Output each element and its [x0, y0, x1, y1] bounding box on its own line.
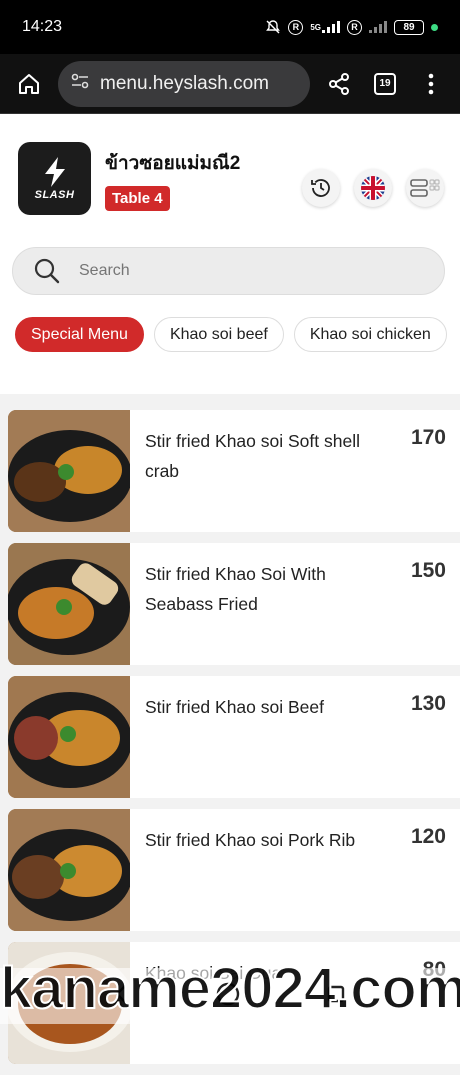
status-time: 14:23 — [22, 18, 62, 36]
menu-item-image — [8, 676, 130, 798]
chip-khao-soi-chicken[interactable]: Khao soi chicken — [294, 317, 447, 352]
category-chips: Special Menu Khao soi beef Khao soi chic… — [15, 317, 447, 352]
watermark-text: kaname2024.com — [0, 955, 460, 1022]
shop-name: ข้าวซอยแม่มณี2 — [105, 148, 240, 178]
shop-logo: SLASH — [18, 142, 91, 215]
layout-toggle-icon — [410, 178, 440, 198]
lightning-icon — [42, 157, 68, 187]
site-settings-icon[interactable] — [70, 71, 90, 96]
signal-icon: 5G — [310, 21, 340, 33]
menu-item[interactable]: Stir fried Khao soi Beef 130 — [8, 676, 460, 798]
more-menu-icon[interactable] — [414, 67, 448, 101]
shop-info: ข้าวซอยแม่มณี2 Table 4 — [105, 142, 240, 211]
language-button[interactable] — [354, 169, 392, 207]
header-actions — [302, 169, 444, 207]
home-icon[interactable] — [12, 67, 46, 101]
privacy-dot-icon — [431, 24, 438, 31]
address-bar[interactable]: menu.heyslash.com — [58, 61, 310, 107]
tab-count: 19 — [374, 73, 396, 95]
search-bar[interactable] — [12, 247, 445, 295]
logo-text: SLASH — [35, 189, 75, 201]
menu-item-price: 150 — [411, 559, 448, 665]
tabs-button[interactable]: 19 — [368, 67, 402, 101]
status-icons: R 5G R 89 — [265, 19, 438, 35]
menu-item[interactable]: Stir fried Khao soi Pork Rib 120 — [8, 809, 460, 931]
network-type: 5G — [310, 23, 321, 32]
menu-item-price: 130 — [411, 692, 448, 798]
table-badge: Table 4 — [105, 186, 170, 211]
search-icon — [33, 257, 61, 285]
menu-item-name: Stir fried Khao soi Pork Rib — [145, 825, 355, 931]
bell-muted-icon — [265, 19, 281, 35]
menu-item-image — [8, 543, 130, 665]
menu-item-name: Stir fried Khao soi Soft shell crab — [145, 426, 390, 532]
order-history-button[interactable] — [302, 169, 340, 207]
menu-item-image — [8, 809, 130, 931]
menu-item[interactable]: Stir fried Khao soi Soft shell crab 170 — [8, 410, 460, 532]
history-icon — [309, 176, 333, 200]
menu-item-price: 120 — [411, 825, 448, 931]
menu-item[interactable]: Stir fried Khao Soi With Seabass Fried 1… — [8, 543, 460, 665]
url-text: menu.heyslash.com — [100, 73, 269, 95]
menu-page: SLASH ข้าวซอยแม่มณี2 Table 4 — [0, 114, 460, 394]
search-input[interactable] — [79, 262, 359, 280]
registered-icon: R — [288, 20, 303, 35]
signal-weak-icon — [369, 21, 387, 33]
view-toggle-button[interactable] — [406, 169, 444, 207]
browser-toolbar: menu.heyslash.com 19 — [0, 54, 460, 114]
registered-icon-2: R — [347, 20, 362, 35]
menu-item-image — [8, 410, 130, 532]
battery-icon: 89 — [394, 20, 424, 35]
chip-special-menu[interactable]: Special Menu — [15, 317, 144, 352]
chip-khao-soi-beef[interactable]: Khao soi beef — [154, 317, 284, 352]
menu-item-price: 170 — [411, 426, 448, 532]
uk-flag-icon — [360, 175, 386, 201]
menu-item-name: Stir fried Khao Soi With Seabass Fried — [145, 559, 390, 665]
status-bar: 14:23 R 5G R 89 — [0, 0, 460, 54]
share-icon[interactable] — [322, 67, 356, 101]
menu-item-name: Stir fried Khao soi Beef — [145, 692, 324, 798]
